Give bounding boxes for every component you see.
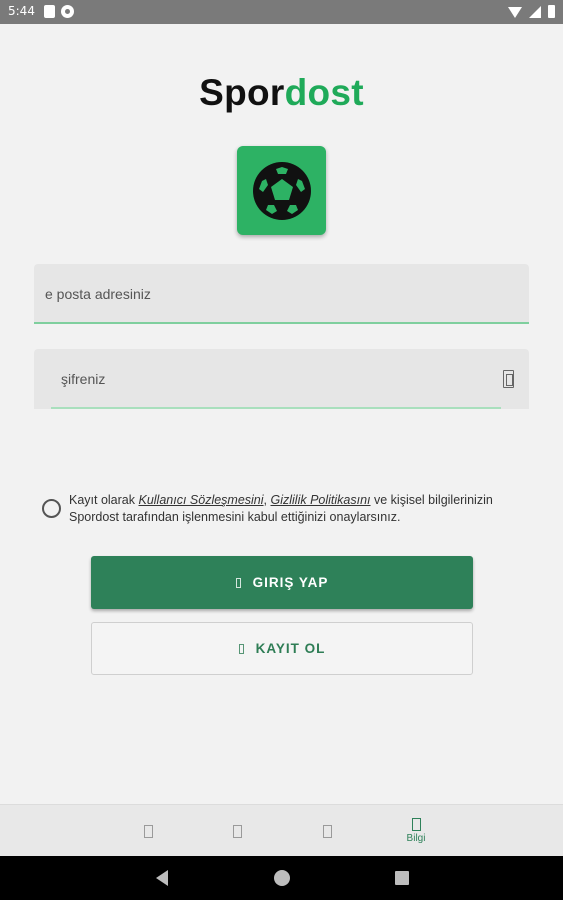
register-button[interactable]: KAYIT OL xyxy=(91,622,473,675)
home-icon[interactable] xyxy=(274,870,290,886)
login-button[interactable]: GIRIŞ YAP xyxy=(91,556,473,609)
sd-card-icon xyxy=(44,5,55,18)
consent-text: Kayıt olarak Kullanıcı Sözleşmesini, Giz… xyxy=(69,492,529,526)
consent-radio[interactable] xyxy=(42,499,61,518)
status-bar: 5:44 xyxy=(0,0,563,24)
register-button-label: KAYIT OL xyxy=(255,641,326,656)
tab-1[interactable] xyxy=(118,805,178,857)
tab-bilgi[interactable]: Bilgi xyxy=(386,805,446,857)
privacy-link[interactable]: Gizlilik Politikasını xyxy=(271,493,371,507)
email-input[interactable] xyxy=(45,282,515,306)
logo-part-spor: Spor xyxy=(199,72,285,113)
system-navigation-bar xyxy=(0,856,563,900)
tab-3-icon xyxy=(322,824,332,838)
tab-3[interactable] xyxy=(297,805,357,857)
battery-icon xyxy=(548,5,555,18)
status-time: 5:44 xyxy=(8,4,35,18)
tab-bilgi-icon xyxy=(411,818,421,831)
email-field[interactable] xyxy=(34,264,529,324)
consent-separator: , xyxy=(263,493,271,507)
app-logo-text: Spordost xyxy=(0,72,563,114)
tab-1-icon xyxy=(143,824,153,838)
back-icon[interactable] xyxy=(156,870,168,886)
tab-bilgi-label: Bilgi xyxy=(406,833,426,844)
password-field[interactable] xyxy=(34,349,529,409)
password-input[interactable] xyxy=(61,367,491,391)
recents-icon[interactable] xyxy=(395,871,409,885)
tab-2[interactable] xyxy=(207,805,267,857)
password-underline xyxy=(51,407,501,409)
tab-2-icon xyxy=(232,824,242,838)
logo-part-dost: dost xyxy=(284,72,364,113)
sync-icon xyxy=(61,5,74,18)
terms-link[interactable]: Kullanıcı Sözleşmesini xyxy=(138,493,263,507)
password-visibility-icon[interactable] xyxy=(503,370,514,388)
consent-prefix: Kayıt olarak xyxy=(69,493,139,507)
signal-icon xyxy=(529,6,541,18)
wifi-icon xyxy=(508,7,522,18)
login-button-label: GIRIŞ YAP xyxy=(252,575,329,590)
system-icons xyxy=(508,5,555,18)
notification-icons xyxy=(44,5,74,18)
soccer-ball-icon xyxy=(252,161,311,220)
app-icon xyxy=(237,146,326,235)
bottom-navigation: Bilgi xyxy=(0,804,563,856)
register-icon xyxy=(238,643,244,654)
login-icon xyxy=(235,577,241,588)
